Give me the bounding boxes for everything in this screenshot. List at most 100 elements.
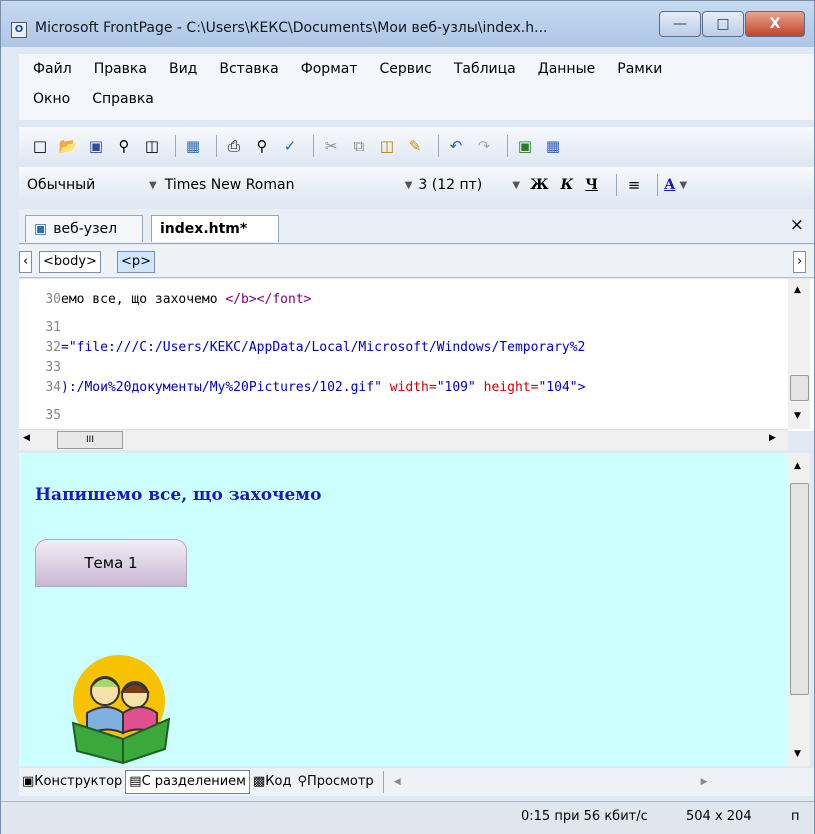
status-bar: 0:15 при 56 кбит/с 504 x 204 п <box>1 801 814 834</box>
tag-body[interactable]: <body> <box>39 251 101 273</box>
code-line: 32="file:///C:/Users/КЕКС/AppData/Local/… <box>29 339 585 357</box>
line-number: 34 <box>45 380 61 395</box>
font-dropdown-icon[interactable]: ▼ <box>405 180 413 191</box>
font-color-dropdown-icon[interactable]: ▼ <box>679 180 687 191</box>
scroll-thumb[interactable] <box>790 483 809 695</box>
print-preview-icon[interactable]: ⚲ <box>251 135 273 157</box>
save-icon[interactable]: ▣ <box>85 135 107 157</box>
italic-button[interactable]: К <box>560 177 573 193</box>
menu-row-1: Файл Правка Вид Вставка Формат Сервис Та… <box>19 54 814 84</box>
view-code-button[interactable]: ▩Код <box>250 771 294 793</box>
toolbar-separator <box>175 135 176 157</box>
code-line: 33 <box>29 359 61 377</box>
insert-table-icon[interactable]: ▦ <box>542 135 564 157</box>
menu-format[interactable]: Формат <box>301 61 358 77</box>
format-painter-icon[interactable]: ✎ <box>404 135 426 157</box>
align-left-icon[interactable]: ≡ <box>623 174 645 196</box>
scroll-thumb[interactable]: III <box>57 431 123 449</box>
menu-row-2: Окно Справка <box>19 84 814 114</box>
spelling-icon[interactable]: ✓ <box>279 135 301 157</box>
menu-window[interactable]: Окно <box>33 91 70 107</box>
menu-data[interactable]: Данные <box>538 61 596 77</box>
title-bar[interactable]: Ο Microsoft FrontPage - C:\Users\КЕКС\Do… <box>1 1 814 47</box>
status-download-time: 0:15 при 56 кбит/с <box>521 809 648 824</box>
scroll-up-icon[interactable]: ▲ <box>794 461 801 471</box>
menu-tools[interactable]: Сервис <box>380 61 432 77</box>
design-pane[interactable]: Напишемо все, що захочемо Тема 1 <box>19 453 788 766</box>
scroll-up-icon[interactable]: ▲ <box>794 285 801 295</box>
close-button[interactable]: X <box>745 11 805 37</box>
code-value: "109" <box>436 380 476 395</box>
scroll-thumb[interactable] <box>790 375 809 401</box>
window-title: Microsoft FrontPage - C:\Users\КЕКС\Docu… <box>35 20 548 36</box>
view-split-button[interactable]: ▤С разделением <box>125 770 250 794</box>
redo-icon[interactable]: ↷ <box>473 135 495 157</box>
view-code-label: Код <box>265 774 292 789</box>
frontpage-window: Ο Microsoft FrontPage - C:\Users\КЕКС\Do… <box>0 0 815 834</box>
tab-website[interactable]: ▣ веб-узел <box>25 215 143 242</box>
folder-globe-icon: ▣ <box>34 221 48 237</box>
nav-button-theme-1[interactable]: Тема 1 <box>35 539 187 587</box>
scroll-right-icon[interactable]: ▶ <box>769 433 776 443</box>
scroll-down-icon[interactable]: ▼ <box>794 749 801 759</box>
toolbar-separator <box>313 135 314 157</box>
menu-bar: Файл Правка Вид Вставка Формат Сервис Та… <box>19 54 814 120</box>
cut-icon[interactable]: ✂ <box>320 135 342 157</box>
paste-icon[interactable]: ◫ <box>376 135 398 157</box>
design-vertical-scrollbar[interactable]: ▲ ▼ <box>788 453 810 766</box>
code-pane[interactable]: 30емо все, що захочемо </b></font> 31 32… <box>19 279 814 431</box>
scroll-down-icon[interactable]: ▼ <box>794 411 801 421</box>
maximize-button[interactable]: □ <box>702 11 744 37</box>
code-text: ="file:///C:/Users/КЕКС/AppData/Local/Mi… <box>61 340 586 355</box>
scroll-left-icon[interactable]: ◀ <box>23 433 30 443</box>
font-color-button[interactable]: А <box>664 177 675 193</box>
code-vertical-scrollbar[interactable]: ▲ ▼ <box>788 279 810 429</box>
open-icon[interactable]: 📂 <box>57 135 79 157</box>
code-attr: height= <box>475 380 539 395</box>
reading-children-icon[interactable] <box>61 649 181 769</box>
undo-icon[interactable]: ↶ <box>445 135 467 157</box>
style-select[interactable]: Обычный <box>27 177 149 193</box>
split-view-icon: ▤ <box>129 774 142 789</box>
print-icon[interactable]: ⎙ <box>223 135 245 157</box>
close-tab-icon[interactable]: × <box>790 215 804 235</box>
web-component-icon[interactable]: ▦ <box>182 135 204 157</box>
design-view-icon: ▣ <box>22 774 35 789</box>
minimize-button[interactable]: — <box>659 11 701 37</box>
view-preview-label: Просмотр <box>306 774 374 789</box>
code-value: "104"> <box>538 380 586 395</box>
menu-insert[interactable]: Вставка <box>219 61 278 77</box>
view-scroll-right-icon[interactable]: ▶ <box>701 777 708 787</box>
menu-view[interactable]: Вид <box>169 61 197 77</box>
size-select[interactable]: 3 (12 пт) <box>418 177 512 193</box>
bold-button[interactable]: Ж <box>530 177 548 193</box>
preview-icon[interactable]: ◫ <box>141 135 163 157</box>
tab-index[interactable]: index.htm* <box>151 215 279 242</box>
style-dropdown-icon[interactable]: ▼ <box>149 180 157 191</box>
menu-help[interactable]: Справка <box>92 91 154 107</box>
underline-button[interactable]: Ч <box>585 177 598 193</box>
app-icon[interactable]: Ο <box>11 22 27 38</box>
tag-p[interactable]: <p> <box>117 251 156 273</box>
quick-tag-left-icon[interactable]: ‹ <box>19 251 33 273</box>
view-design-button[interactable]: ▣Конструктор <box>19 771 125 793</box>
view-preview-button[interactable]: ⚲Просмотр <box>294 771 376 793</box>
menu-frames[interactable]: Рамки <box>617 61 662 77</box>
code-line: 31 <box>29 319 61 337</box>
size-dropdown-icon[interactable]: ▼ <box>512 180 520 191</box>
font-select[interactable]: Times New Roman <box>165 177 405 193</box>
code-horizontal-scrollbar[interactable]: ◀ III ▶ <box>19 429 788 450</box>
menu-file[interactable]: Файл <box>33 61 72 77</box>
view-separator <box>382 771 384 793</box>
menu-edit[interactable]: Правка <box>94 61 147 77</box>
view-scroll-left-icon[interactable]: ◀ <box>394 777 401 787</box>
tab-index-label: index.htm* <box>160 221 248 237</box>
page-heading[interactable]: Напишемо все, що захочемо <box>35 485 321 505</box>
quick-tag-right-icon[interactable]: › <box>793 251 807 273</box>
find-icon[interactable]: ⚲ <box>113 135 135 157</box>
menu-table[interactable]: Таблица <box>454 61 516 77</box>
copy-icon[interactable]: ⧉ <box>348 135 370 157</box>
insert-image-icon[interactable]: ▣ <box>514 135 536 157</box>
new-page-icon[interactable]: □ <box>29 135 51 157</box>
code-line: 35 <box>29 407 61 425</box>
